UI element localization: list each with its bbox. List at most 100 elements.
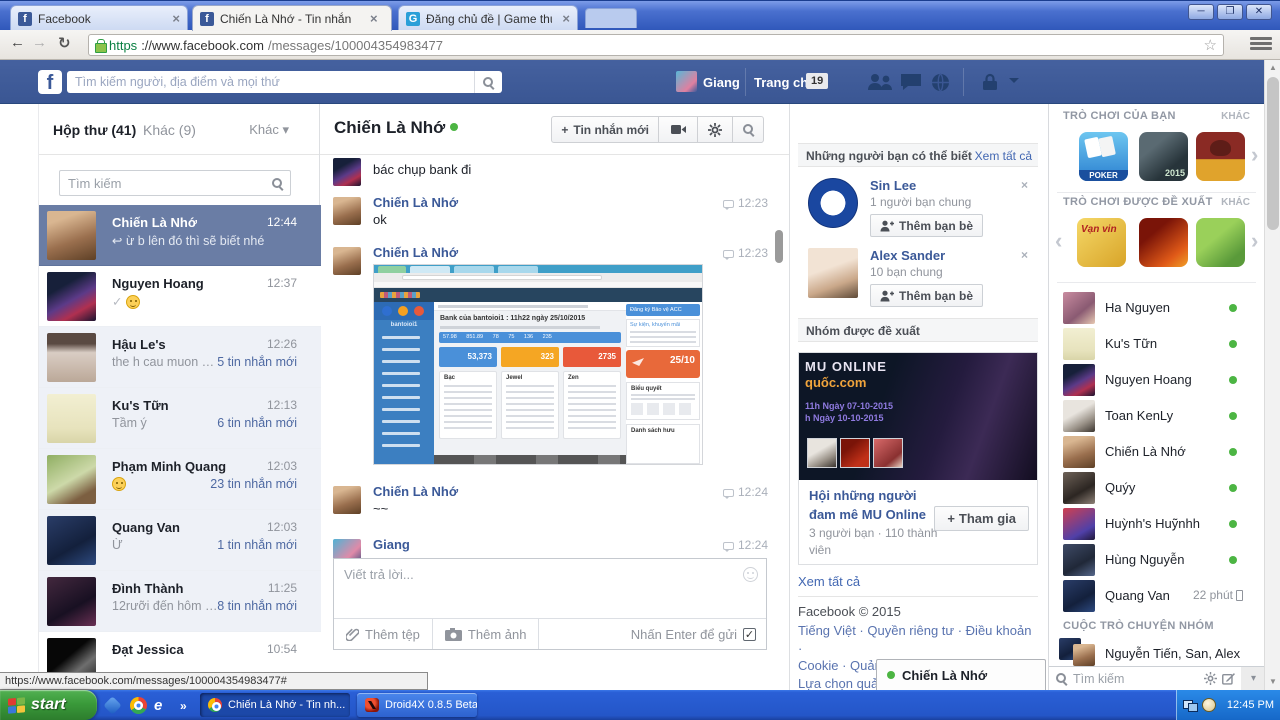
new-message-compose-icon[interactable] [1222,672,1235,685]
new-tab-button[interactable] [585,8,637,28]
add-friend-button[interactable]: Thêm bạn bè [870,214,983,237]
taskbar-task-messages[interactable]: Chiến Là Nhớ - Tin nh... [200,693,350,717]
message-sender[interactable]: Chiến Là Nhớ [373,245,458,260]
video-call-button[interactable] [658,116,698,143]
notifications-globe-icon[interactable] [931,73,950,92]
minimize-button[interactable]: ─ [1188,4,1214,20]
inbox-search-input[interactable] [60,176,271,191]
tab-close-icon[interactable]: × [370,11,378,26]
chrome-menu-icon[interactable] [1250,37,1272,53]
chat-search-input[interactable] [1073,672,1199,686]
more-link[interactable]: KHÁC [1221,111,1250,122]
conversation-item[interactable]: Nguyen Hoang 12:37 ✓ [39,266,321,327]
notification-badge[interactable]: 19 [806,73,828,89]
address-bar[interactable]: https ://www.facebook.com /messages/1000… [88,34,1224,56]
network-icon[interactable] [1183,700,1197,711]
account-menu-caret-icon[interactable] [1009,78,1019,88]
search-button[interactable] [474,71,502,93]
avatar[interactable] [676,71,697,92]
filter-dropdown[interactable]: Khác ▾ [249,122,289,138]
tab-close-icon[interactable]: × [562,11,570,26]
restore-button[interactable]: ❐ [1217,4,1243,20]
other-tab[interactable]: Khác (9) [143,122,196,138]
dismiss-icon[interactable]: × [1021,178,1028,192]
tab-close-icon[interactable]: × [172,11,180,26]
chat-friend-item[interactable]: Quýy [1049,470,1264,506]
message-sender[interactable]: Chiến Là Nhớ [373,195,458,210]
carousel-next-icon[interactable]: › [1251,142,1258,168]
search-input[interactable] [67,75,474,89]
game-icon-pirate[interactable] [1196,132,1245,181]
conversation-item[interactable]: Hậu Le's 12:26 5 tin nhắn mớithe h cau m… [39,327,321,388]
chat-friend-item[interactable]: Quang Van22 phút [1049,578,1264,614]
message-list[interactable]: bác chụp bank đi Chiến Là Nhớ ok 12:23 C… [320,155,790,558]
emoji-smiley-icon[interactable] [743,567,758,582]
game-icon-poker[interactable]: POKER [1079,132,1128,181]
profile-link[interactable]: Giang [703,75,740,90]
game-icon-soccer-2015[interactable]: 2015 [1139,132,1188,181]
page-scrollbar[interactable]: ▲ ▼ [1264,60,1280,690]
chat-friend-item[interactable]: Hùng Nguyễn [1049,542,1264,578]
group-name[interactable]: Hội những người đam mê MU Online [809,487,939,525]
conversation-item[interactable]: Chiến Là Nhớ 12:44 ↩ ừ b lên đó thì sẽ b… [39,205,321,266]
tab-facebook[interactable]: f Facebook × [10,5,188,31]
quicklaunch-chrome-icon[interactable] [130,697,147,714]
scroll-up-icon[interactable]: ▲ [1265,60,1280,76]
join-group-button[interactable]: +Tham gia [934,506,1029,531]
dismiss-icon[interactable]: × [1021,248,1028,262]
facebook-logo[interactable]: f [38,70,62,94]
scrollbar-thumb[interactable] [1267,77,1279,230]
messages-icon[interactable] [900,73,922,91]
quicklaunch-overflow-icon[interactable]: » [180,699,197,716]
conversation-item[interactable]: Ku's Tữn 12:13 6 tin nhắn mớiTầm ý [39,388,321,449]
tab-gamethu[interactable]: G Đăng chủ đề | Game thủ Việt × [398,5,578,31]
game-icon-farm[interactable] [1196,218,1245,267]
chat-friend-item[interactable]: Toan KenLy [1049,398,1264,434]
message-sender[interactable]: Chiến Là Nhớ [373,484,458,499]
suggestion-name[interactable]: Sin Lee [870,178,916,193]
chat-tab[interactable]: Chiến Là Nhớ [876,659,1046,690]
droid4x-tray-icon[interactable] [1202,698,1216,712]
thread-scrollbar[interactable] [775,230,783,263]
new-message-button[interactable]: +Tin nhắn mới [551,116,659,143]
friend-requests-icon[interactable] [866,73,894,91]
chat-friend-item[interactable]: Ku's Tữn [1049,326,1264,362]
settings-button[interactable] [697,116,733,143]
game-icon-vanvin[interactable]: Vạn vin [1077,218,1126,267]
close-button[interactable]: ✕ [1246,4,1272,20]
more-link[interactable]: KHÁC [1221,197,1250,208]
game-icon-cards-fire[interactable] [1139,218,1188,267]
conversation-item[interactable]: Quang Van 12:03 1 tin nhắn mớiỪ [39,510,321,571]
tab-messages[interactable]: f Chiến Là Nhớ - Tin nhắn × [192,5,392,31]
quicklaunch-app-icon[interactable] [103,696,121,714]
forward-icon[interactable]: → [32,34,47,51]
inbox-tab[interactable]: Hộp thư (41) [53,122,136,138]
group-ad-image[interactable]: MU ONLINE quốc.com 11h Ngày 07-10-2015 h… [799,353,1037,480]
privacy-lock-icon[interactable] [982,73,998,91]
conversation-item[interactable]: Đình Thành 11:25 8 tin nhắn mới12rưỡi đế… [39,571,321,632]
carousel-prev-icon[interactable]: ‹ [1055,228,1062,254]
see-all-link[interactable]: Xem tất cả [975,149,1032,163]
attach-file-button[interactable]: Thêm tệp [334,619,433,649]
conversation-item[interactable]: Phạm Minh Quang 12:03 23 tin nhắn mới [39,449,321,510]
chat-friend-item[interactable]: Ha Nguyen [1049,290,1264,326]
enter-to-send-checkbox[interactable]: ✓ [743,628,756,641]
chat-friend-item[interactable]: Huỳnh's Huỹnhh [1049,506,1264,542]
chat-friend-item[interactable]: Chiến Là Nhớ [1049,434,1264,470]
bookmark-star-icon[interactable]: ☆ [1204,36,1217,54]
add-friend-button[interactable]: Thêm bạn bè [870,284,983,307]
chat-settings-gear-icon[interactable] [1204,672,1217,685]
chat-collapse-button[interactable]: ▾ [1241,666,1264,690]
see-all-link[interactable]: Xem tất cả [798,574,860,589]
reload-icon[interactable]: ↻ [58,34,71,52]
suggestion-name[interactable]: Alex Sander [870,248,945,263]
carousel-next-icon[interactable]: › [1251,228,1258,254]
back-icon[interactable]: ← [10,34,25,51]
padlock-icon[interactable] [95,39,105,51]
message-image-attachment[interactable]: bantoioi1 Bank của bantoioi1 : 11h22 ngà… [373,264,703,465]
scroll-down-icon[interactable]: ▼ [1265,674,1280,690]
message-sender[interactable]: Giang [373,537,410,552]
quicklaunch-ie-icon[interactable]: e [154,697,171,714]
chat-friend-item[interactable]: Nguyen Hoang [1049,362,1264,398]
add-photo-button[interactable]: Thêm ảnh [433,619,540,649]
